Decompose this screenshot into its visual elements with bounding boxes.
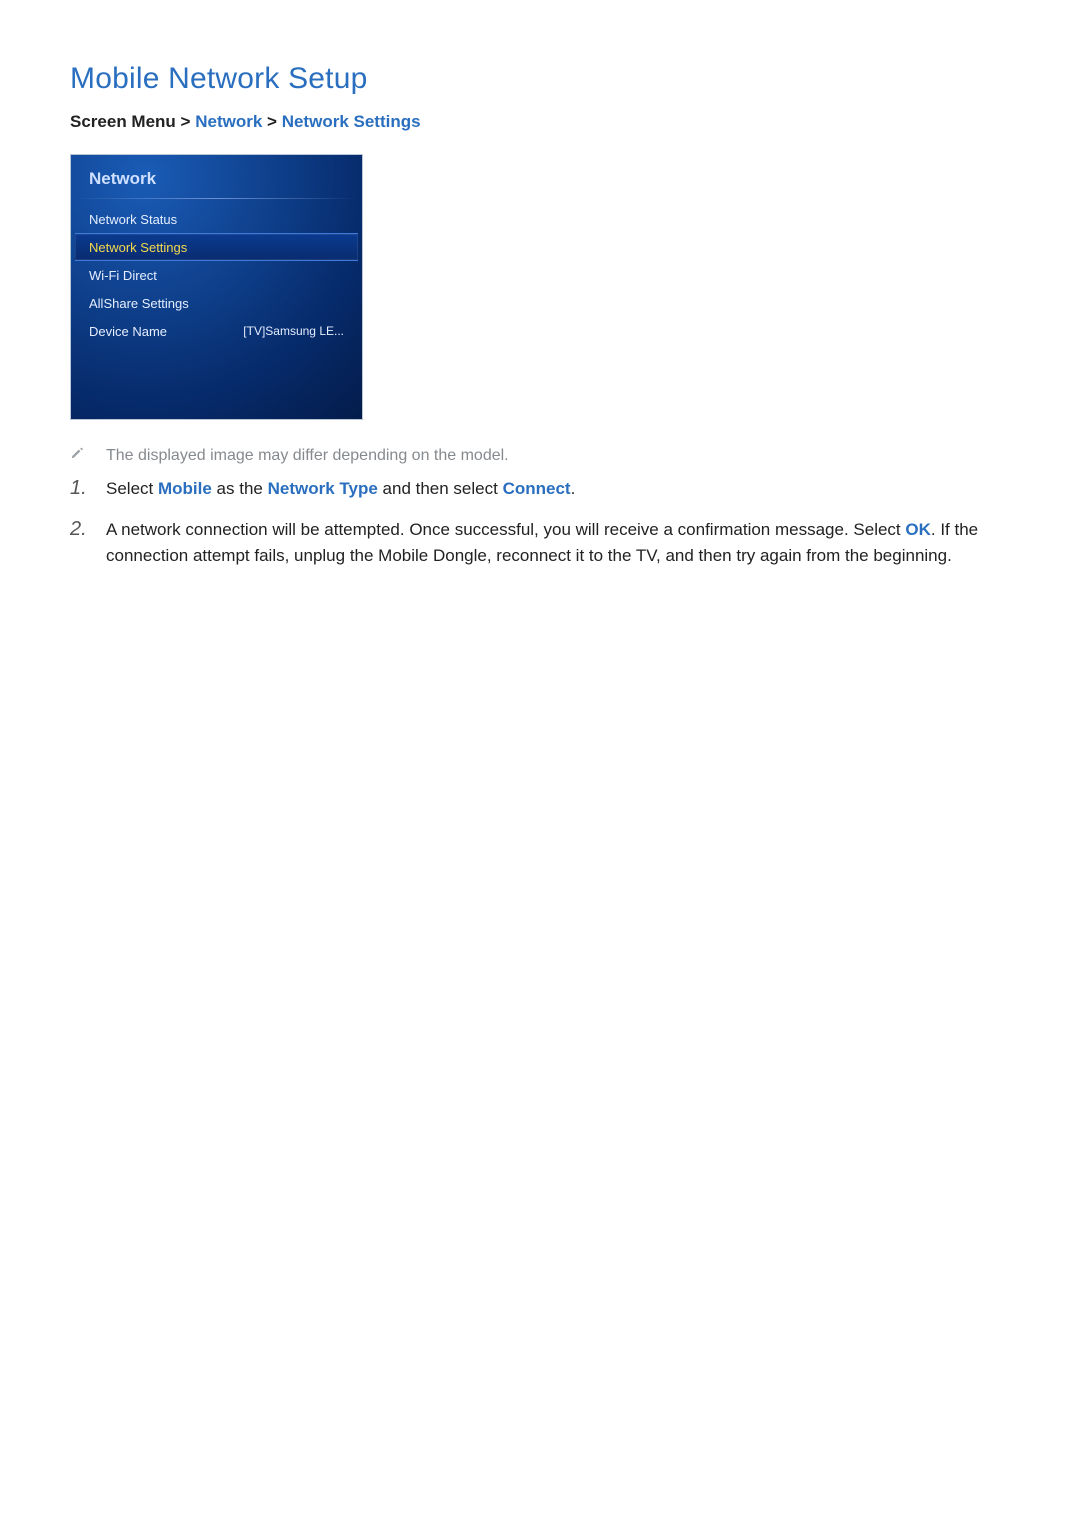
keyword-mobile: Mobile [158,479,212,498]
text: . [571,479,576,498]
step-body: A network connection will be attempted. … [106,517,1010,570]
tv-menu-item-value: [TV]Samsung LE... [243,324,344,338]
page: Mobile Network Setup Screen Menu > Netwo… [0,0,1080,650]
tv-screenshot: Network Network Status Network Settings … [70,154,363,420]
breadcrumb-network: Network [195,112,262,131]
text: Select [106,479,158,498]
pencil-icon [70,444,84,462]
keyword-connect: Connect [503,479,571,498]
tv-menu-item-label: Wi-Fi Direct [89,268,157,283]
tv-menu-item-label: Device Name [89,324,167,339]
step-marker: 2. [70,514,86,545]
step-2: 2. A network connection will be attempte… [70,514,1010,570]
tv-menu-title: Network [71,155,362,199]
tv-menu-list: Network Status Network Settings Wi-Fi Di… [71,205,362,345]
tv-menu-item-allshare-settings: AllShare Settings [75,289,358,317]
breadcrumb: Screen Menu > Network > Network Settings [70,112,1010,132]
note-text: The displayed image may differ depending… [106,447,509,465]
page-title: Mobile Network Setup [70,62,1010,96]
text: as the [212,479,268,498]
breadcrumb-sep-2: > [267,112,277,131]
tv-menu-item-label: Network Status [89,212,177,227]
tv-menu-item-device-name: Device Name [TV]Samsung LE... [75,317,358,345]
steps-list: 1. Select Mobile as the Network Type and… [70,473,1010,570]
step-marker: 1. [70,473,86,504]
breadcrumb-prefix: Screen Menu [70,112,176,131]
tv-menu-item-network-settings: Network Settings [75,233,358,261]
tv-menu-item-network-status: Network Status [75,205,358,233]
text: A network connection will be attempted. … [106,520,905,539]
tv-menu-item-label: AllShare Settings [89,296,189,311]
note-row: The displayed image may differ depending… [70,442,1010,465]
step-body: Select Mobile as the Network Type and th… [106,476,1010,502]
breadcrumb-sep-1: > [181,112,191,131]
text: and then select [378,479,503,498]
tv-menu-item-label: Network Settings [89,240,187,255]
keyword-network-type: Network Type [268,479,378,498]
step-1: 1. Select Mobile as the Network Type and… [70,473,1010,504]
tv-menu-item-wifi-direct: Wi-Fi Direct [75,261,358,289]
keyword-ok: OK [905,520,931,539]
breadcrumb-network-settings: Network Settings [282,112,421,131]
